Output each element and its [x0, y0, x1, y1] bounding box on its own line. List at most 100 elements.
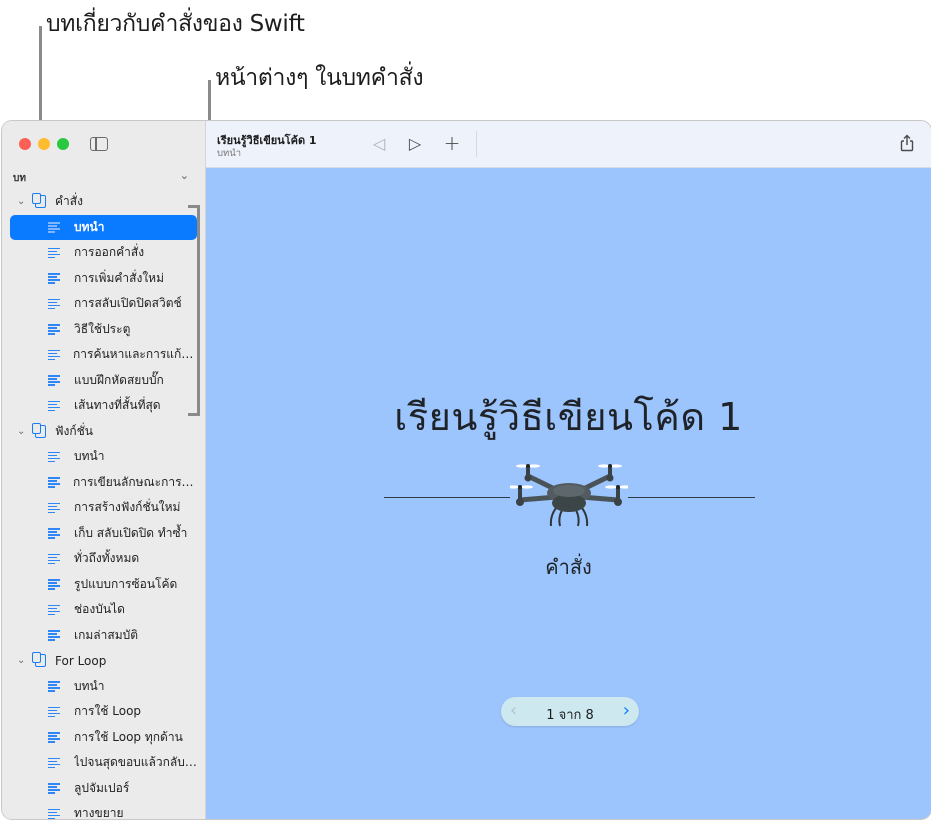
page-lines-icon — [48, 808, 60, 819]
sidebar-page-item[interactable]: เกมล่าสมบัติ — [10, 623, 197, 649]
drone-illustration — [510, 464, 628, 527]
page-title: การเขียนลักษณะการทำงาน — [73, 474, 197, 489]
main-area: เรียนรู้วิธีเขียนโค้ด 1 บทนำ ◁ ▷ + เรียน… — [206, 121, 931, 819]
page-title: ไปจนสุดขอบแล้วกลับมา — [73, 755, 197, 770]
page-title: บทนำ — [74, 219, 105, 234]
page-title: ลูปจัมเปอร์ — [74, 780, 130, 795]
page-lines-icon — [48, 706, 60, 718]
sidebar-chapter[interactable]: ⌄ คำสั่ง — [2, 189, 205, 215]
page-title: การเพิ่มคำสั่งใหม่ — [74, 270, 164, 285]
share-icon[interactable] — [897, 133, 917, 153]
page-title: บทนำ — [74, 449, 105, 464]
page-lines-icon — [48, 477, 60, 488]
app-window: บท ⌄ ⌄ คำสั่ง บทนำ การออกคำสั่ง การเพิ่มคำสั… — [1, 120, 931, 820]
sidebar-page-item[interactable]: ช่องบันได — [10, 597, 197, 623]
sidebar-page-item[interactable]: การค้นหาและการแก้ไขบั๊ก — [10, 342, 197, 368]
page-lines-icon — [48, 324, 60, 335]
page-lines-icon — [48, 579, 60, 590]
sidebar-page-item[interactable]: เก็บ สลับเปิดปิด ทำซ้ำ — [10, 521, 197, 547]
plus-icon[interactable]: + — [442, 131, 462, 155]
chapter-book-icon — [32, 652, 46, 668]
triangle-right-icon[interactable]: ▷ — [405, 133, 425, 153]
sidebar-page-item[interactable]: ทั่วถึงทั้งหมด — [10, 546, 197, 572]
page-lines-icon — [48, 451, 60, 463]
sidebar-page-item[interactable]: รูปแบบการซ้อนโค้ด — [10, 572, 197, 598]
sidebar-page-item[interactable]: การเพิ่มคำสั่งใหม่ — [10, 266, 197, 292]
chapter-title: For Loop — [55, 653, 107, 668]
page-title: การค้นหาและการแก้ไขบั๊ก — [73, 347, 197, 362]
triangle-left-icon[interactable]: ◁ — [369, 133, 389, 153]
close-window-button[interactable] — [19, 138, 31, 150]
page-title: การออกคำสั่ง — [74, 245, 145, 260]
sidebar-page-item[interactable]: เส้นทางที่สั้นที่สุด — [10, 393, 197, 419]
sidebar-page-item[interactable]: บทนำ — [10, 214, 197, 240]
page-title: การใช้ Loop ทุกด้าน — [74, 729, 183, 744]
chapter-subtitle: คำสั่ง — [545, 555, 592, 579]
section-label: บท — [13, 173, 26, 184]
page-title: ทั่วถึงทั้งหมด — [74, 551, 140, 566]
chapter-book-icon — [32, 193, 46, 209]
page-title: การใช้ Loop — [74, 704, 142, 719]
chapter-book-icon — [32, 422, 46, 438]
page-title: รูปแบบการซ้อนโค้ด — [74, 576, 178, 591]
page-lines-icon — [48, 349, 60, 361]
sidebar-page-item[interactable]: การใช้ Loop ทุกด้าน — [10, 725, 197, 751]
page-title: เก็บ สลับเปิดปิด ทำซ้ำ — [74, 525, 188, 540]
sidebar-chapter[interactable]: ⌄ For Loop — [2, 648, 205, 674]
page-lines-icon — [48, 273, 60, 284]
toolbar: เรียนรู้วิธีเขียนโค้ด 1 บทนำ ◁ ▷ + — [206, 121, 931, 168]
section-header[interactable]: บท ⌄ — [13, 169, 193, 186]
sidebar-page-item[interactable]: การสลับเปิดปิดสวิตช์ — [10, 291, 197, 317]
sidebar-page-item[interactable]: ไปจนสุดขอบแล้วกลับมา — [10, 750, 197, 776]
sidebar-page-item[interactable]: ลูปจัมเปอร์ — [10, 776, 197, 802]
chapter-tree: ⌄ คำสั่ง บทนำ การออกคำสั่ง การเพิ่มคำสั่งใหม… — [2, 189, 205, 820]
callout-bracket-pages — [188, 205, 200, 416]
disclosure-chevron-icon[interactable]: ⌄ — [17, 196, 27, 207]
sidebar-page-item[interactable]: วิธีใช้ประตู — [10, 317, 197, 343]
chapter-title: ฟังก์ชั่น — [55, 423, 93, 438]
minimize-window-button[interactable] — [38, 138, 50, 150]
sidebar-page-item[interactable]: การใช้ Loop — [10, 699, 197, 725]
page-lines-icon — [48, 681, 60, 692]
page-indicator: 1 จาก 8 — [546, 708, 594, 723]
page-lines-icon — [48, 553, 60, 565]
page-lines-icon — [48, 757, 60, 769]
page-lines-icon — [48, 732, 60, 743]
callout-chapter-about-commands: บทเกี่ยวกับคำสั่งของ Swift — [46, 11, 305, 37]
page-lines-icon — [48, 375, 60, 386]
page-lines-icon — [48, 502, 60, 514]
sidebar-page-item[interactable]: การออกคำสั่ง — [10, 240, 197, 266]
page-lines-icon — [48, 247, 60, 259]
zoom-window-button[interactable] — [57, 138, 69, 150]
page-lines-icon — [48, 528, 60, 539]
divider-left — [384, 497, 510, 498]
sidebar-page-item[interactable]: บทนำ — [10, 444, 197, 470]
page-title: ทางขยาย — [74, 806, 124, 820]
page-lines-icon — [48, 298, 60, 310]
page-pager: ‹ 1 จาก 8 › — [501, 697, 639, 726]
page-lines-icon — [48, 222, 60, 233]
page-title: แบบฝึกหัดสยบบั๊ก — [74, 372, 164, 387]
disclosure-chevron-icon[interactable]: ⌄ — [17, 426, 27, 437]
page-title: การสร้างฟังก์ชั่นใหม่ — [74, 500, 181, 515]
document-subtitle: บทนำ — [217, 148, 242, 159]
book-title: เรียนรู้วิธีเขียนโค้ด 1 — [394, 395, 743, 439]
sidebar-page-item[interactable]: การสร้างฟังก์ชั่นใหม่ — [10, 495, 197, 521]
page-title: เกมล่าสมบัติ — [74, 627, 139, 642]
page-lines-icon — [48, 400, 60, 412]
sidebar-toggle-icon[interactable] — [90, 137, 108, 151]
sidebar-page-item[interactable]: บทนำ — [10, 674, 197, 700]
sidebar-page-item[interactable]: ทางขยาย — [10, 801, 197, 820]
sidebar-page-item[interactable]: การเขียนลักษณะการทำงาน — [10, 470, 197, 496]
chevron-down-icon[interactable]: ⌄ — [180, 169, 189, 182]
page-title: บทนำ — [74, 678, 105, 693]
chevron-right-icon[interactable]: › — [623, 700, 630, 721]
chapter-title: คำสั่ง — [55, 194, 83, 209]
page-lines-icon — [48, 783, 60, 794]
sidebar-page-item[interactable]: แบบฝึกหัดสยบบั๊ก — [10, 368, 197, 394]
sidebar-chapter[interactable]: ⌄ ฟังก์ชั่น — [2, 419, 205, 445]
disclosure-chevron-icon[interactable]: ⌄ — [17, 655, 27, 666]
page-lines-icon — [48, 630, 60, 641]
sidebar: บท ⌄ ⌄ คำสั่ง บทนำ การออกคำสั่ง การเพิ่มคำสั… — [2, 121, 206, 819]
toolbar-divider — [476, 131, 477, 157]
